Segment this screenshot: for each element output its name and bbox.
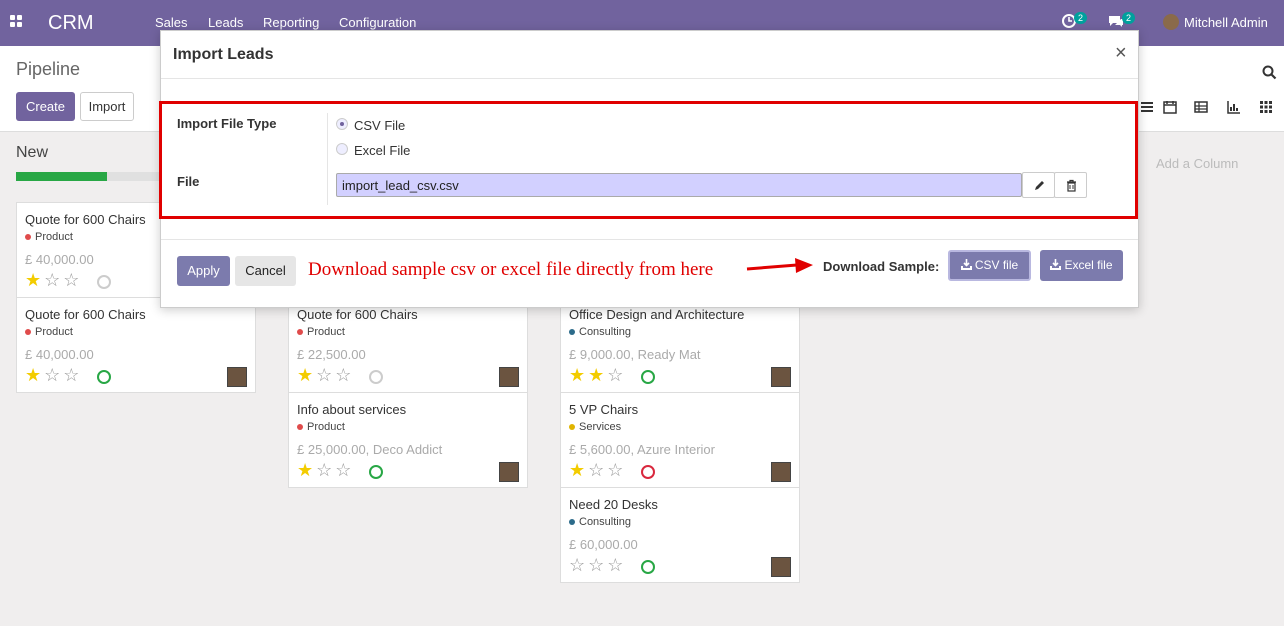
download-sample-label: Download Sample:	[823, 259, 940, 274]
priority-stars[interactable]: ★☆☆	[25, 270, 82, 291]
search-icon[interactable]	[1262, 65, 1277, 80]
modal-title: Import Leads	[173, 46, 274, 63]
priority-stars[interactable]: ★☆☆	[297, 365, 354, 386]
card-title: 5 VP Chairs	[569, 402, 639, 417]
view-calendar-icon[interactable]	[1156, 96, 1184, 118]
download-csv-button[interactable]: CSV file	[948, 250, 1031, 281]
close-icon[interactable]: ×	[1115, 42, 1127, 65]
user-name[interactable]: Mitchell Admin	[1184, 15, 1268, 30]
card-amount: £ 5,600.00, Azure Interior	[569, 442, 715, 457]
kanban-card[interactable]: Quote for 600 Chairs Product £ 40,000.00…	[16, 297, 256, 393]
kanban-card[interactable]: Need 20 Desks Consulting £ 60,000.00 ☆☆☆	[560, 487, 800, 583]
activity-clock-icon[interactable]	[369, 465, 383, 479]
excel-radio-label[interactable]: Excel File	[354, 143, 410, 158]
card-avatar[interactable]	[227, 367, 247, 387]
add-column-button[interactable]: Add a Column	[1156, 156, 1238, 171]
download-icon	[960, 259, 972, 270]
progress-fill	[16, 172, 108, 181]
create-button[interactable]: Create	[16, 92, 75, 121]
priority-stars[interactable]: ★★☆	[569, 365, 626, 386]
user-avatar[interactable]	[1163, 14, 1179, 30]
card-tag: Services	[569, 421, 621, 433]
kanban-column-title: New	[16, 144, 49, 161]
card-amount: £ 60,000.00	[569, 537, 638, 552]
card-title: Quote for 600 Chairs	[25, 212, 146, 227]
csv-radio[interactable]	[336, 118, 348, 130]
file-type-label: Import File Type	[177, 116, 277, 131]
delete-file-button[interactable]	[1054, 172, 1087, 198]
card-tag: Product	[25, 326, 73, 338]
activity-clock-icon[interactable]	[641, 560, 655, 574]
card-avatar[interactable]	[499, 462, 519, 482]
apps-menu-icon[interactable]	[10, 15, 24, 29]
card-tag: Consulting	[569, 516, 631, 528]
page-title: Pipeline	[16, 59, 81, 79]
card-avatar[interactable]	[771, 557, 791, 577]
card-avatar[interactable]	[499, 367, 519, 387]
priority-stars[interactable]: ★☆☆	[25, 365, 82, 386]
csv-radio-label[interactable]: CSV File	[354, 118, 405, 133]
field-divider	[327, 113, 328, 205]
card-title: Need 20 Desks	[569, 497, 658, 512]
card-avatar[interactable]	[771, 367, 791, 387]
priority-stars[interactable]: ★☆☆	[297, 460, 354, 481]
card-amount: £ 40,000.00	[25, 252, 94, 267]
menu-reporting[interactable]: Reporting	[263, 15, 319, 30]
card-title: Quote for 600 Chairs	[25, 307, 146, 322]
annotation-text: Download sample csv or excel file direct…	[308, 259, 714, 280]
activity-clock-icon[interactable]	[97, 370, 111, 384]
modal-header: Import Leads ×	[161, 31, 1138, 79]
apply-button[interactable]: Apply	[177, 256, 230, 286]
kanban-card[interactable]: Quote for 600 Chairs Product £ 22,500.00…	[288, 297, 528, 393]
card-tag: Consulting	[569, 326, 631, 338]
card-amount: £ 22,500.00	[297, 347, 366, 362]
file-field[interactable]: import_lead_csv.csv	[336, 173, 1022, 197]
card-tag: Product	[25, 231, 73, 243]
activity-clock-icon[interactable]	[641, 370, 655, 384]
excel-radio[interactable]	[336, 143, 348, 155]
card-title: Office Design and Architecture	[569, 307, 745, 322]
trash-icon	[1067, 179, 1076, 192]
priority-stars[interactable]: ☆☆☆	[569, 555, 626, 576]
card-amount: £ 9,000.00, Ready Mat	[569, 347, 701, 362]
activity-badge: 2	[1074, 12, 1088, 24]
view-kanban-icon[interactable]	[1252, 96, 1280, 118]
menu-sales[interactable]: Sales	[155, 15, 188, 30]
card-amount: £ 40,000.00	[25, 347, 94, 362]
card-title: Info about services	[297, 402, 407, 417]
activity-clock-icon[interactable]	[369, 370, 383, 384]
download-excel-button[interactable]: Excel file	[1040, 250, 1123, 281]
kanban-card[interactable]: 5 VP Chairs Services £ 5,600.00, Azure I…	[560, 392, 800, 488]
kanban-card[interactable]: Office Design and Architecture Consultin…	[560, 297, 800, 393]
card-tag: Product	[297, 326, 345, 338]
menu-leads[interactable]: Leads	[208, 15, 243, 30]
card-tag: Product	[297, 421, 345, 433]
activity-clock-icon[interactable]	[641, 465, 655, 479]
annotation-arrow-icon	[746, 258, 813, 273]
import-button[interactable]: Import	[80, 92, 134, 121]
kanban-card[interactable]: Info about services Product £ 25,000.00,…	[288, 392, 528, 488]
app-brand: CRM	[48, 12, 94, 34]
cancel-button[interactable]: Cancel	[235, 256, 296, 286]
menu-configuration[interactable]: Configuration	[339, 15, 416, 30]
footer-divider	[161, 239, 1138, 240]
priority-stars[interactable]: ★☆☆	[569, 460, 626, 481]
edit-file-button[interactable]	[1022, 172, 1055, 198]
file-label: File	[177, 174, 200, 189]
view-pivot-icon[interactable]	[1187, 96, 1215, 118]
card-avatar[interactable]	[771, 462, 791, 482]
view-graph-icon[interactable]	[1220, 96, 1248, 118]
card-amount: £ 25,000.00, Deco Addict	[297, 442, 443, 457]
download-icon	[1050, 259, 1062, 270]
annotation-highlight-box	[159, 101, 1138, 219]
messages-badge: 2	[1122, 12, 1136, 24]
activity-clock-icon[interactable]	[97, 275, 111, 289]
pencil-icon	[1035, 181, 1044, 190]
card-title: Quote for 600 Chairs	[297, 307, 418, 322]
import-leads-dialog: Import Leads × Import File Type CSV File…	[159, 30, 1139, 308]
